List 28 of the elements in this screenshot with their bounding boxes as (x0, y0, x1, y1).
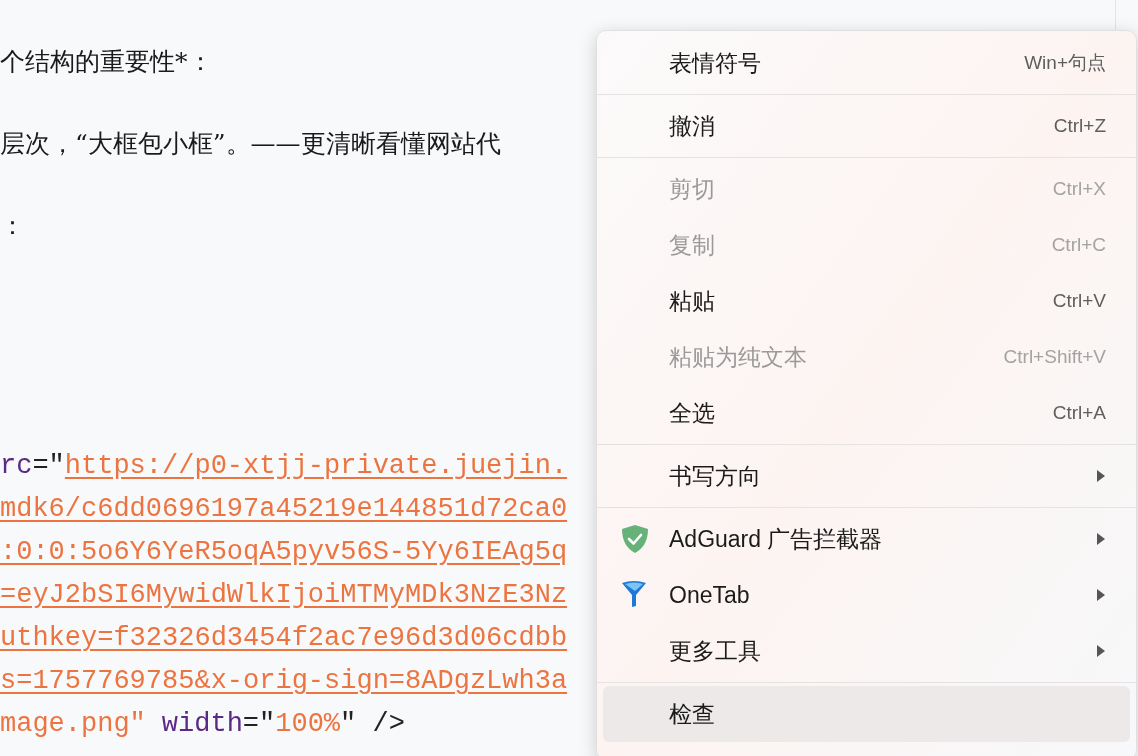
menu-item[interactable]: 书写方向 (603, 448, 1130, 504)
code-line: :0:0:5o6Y6YeR5oqA5pyv56S-5Yy6IEAg5q (0, 536, 568, 569)
menu-item[interactable]: 粘贴 Ctrl+V (603, 273, 1130, 329)
menu-item[interactable]: 表情符号 Win+句点 (603, 35, 1130, 91)
menu-item[interactable]: 更多工具 (603, 623, 1130, 679)
shortcut-text: Ctrl+A (1052, 400, 1106, 425)
paragraph-text: 个结构的重要性*： (0, 46, 213, 78)
shield-check-icon (621, 524, 649, 554)
shortcut-text: Ctrl+V (1052, 288, 1106, 313)
shortcut-text: Ctrl+Shift+V (1003, 344, 1106, 369)
shortcut-text: Ctrl+X (1052, 176, 1106, 201)
code-line: mage.png" width="100%" /> (0, 708, 405, 741)
code-line: =eyJ2bSI6MywidWlkIjoiMTMyMDk3NzE3Nz (0, 579, 568, 612)
menu-item[interactable]: AdGuard 广告拦截器 (603, 511, 1130, 567)
menu-item[interactable]: OneTab (603, 567, 1130, 623)
code-line: uthkey=f32326d3454f2ac7e96d3d06cdbb (0, 622, 568, 655)
menu-item[interactable]: 撤消 Ctrl+Z (603, 98, 1130, 154)
shortcut-text: Ctrl+Z (1053, 113, 1106, 138)
code-line: rc="https://p0-xtjj-private.juejin. (0, 450, 568, 483)
shortcut-text: Ctrl+C (1051, 232, 1106, 257)
paragraph-text: 层次，“大框包小框”。——更清晰看懂网站代 (0, 128, 501, 160)
code-line: s=1757769785&x-orig-sign=8ADgzLwh3a (0, 665, 568, 698)
shortcut-text: Win+句点 (1024, 50, 1106, 75)
menu-item[interactable]: 全选 Ctrl+A (603, 385, 1130, 441)
paragraph-text: ： (0, 210, 25, 242)
funnel-icon (621, 580, 647, 608)
menu-item[interactable]: 检查 (603, 686, 1130, 742)
code-line: mdk6/c6dd0696197a45219e144851d72ca0 (0, 493, 568, 526)
